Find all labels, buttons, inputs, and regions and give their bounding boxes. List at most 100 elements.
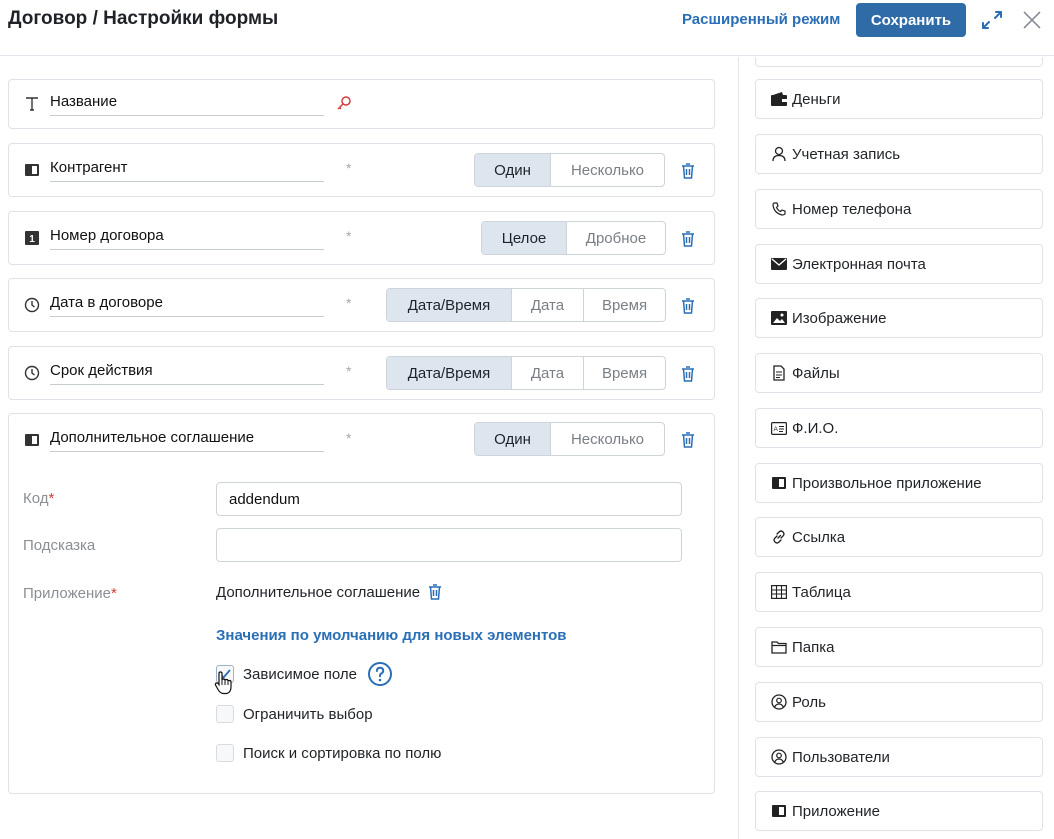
field-type-item[interactable]: Пользователи (755, 737, 1043, 777)
field-type-label: Деньги (792, 90, 841, 108)
option-multiple[interactable]: Несколько (550, 423, 664, 455)
field-type-label: Ссылка (792, 528, 846, 546)
file-icon (770, 364, 788, 382)
svg-text:1: 1 (29, 234, 35, 245)
field-type-item[interactable]: Файлы (755, 353, 1043, 393)
option-multiple[interactable]: Несколько (550, 154, 664, 186)
field-type-label: Номер телефона (792, 200, 912, 218)
hint-input[interactable] (216, 528, 682, 562)
field-type-item[interactable]: A Ф.И.О. (755, 408, 1043, 448)
field-type-item[interactable]: Роль (755, 682, 1043, 722)
phone-icon (770, 200, 788, 218)
multiplicity-toggle: Один Несколько (474, 422, 665, 456)
app-icon (23, 161, 41, 179)
field-type-label: Таблица (792, 583, 851, 601)
field-row[interactable]: Название (8, 79, 715, 129)
option-datetime[interactable]: Дата/Время (387, 289, 511, 321)
checkbox-label: Зависимое поле (243, 665, 358, 683)
checkbox[interactable] (216, 744, 234, 762)
date-type-toggle: Дата/Время Дата Время (386, 356, 666, 390)
field-type-partial[interactable] (755, 57, 1043, 67)
field-type-label: Произвольное приложение (792, 474, 982, 492)
trash-icon[interactable] (679, 230, 697, 248)
code-input[interactable] (216, 482, 682, 516)
field-type-item[interactable]: Ссылка (755, 517, 1043, 557)
app-value: Дополнительное соглашение (216, 583, 421, 601)
field-name[interactable]: Дата в договоре (50, 291, 324, 317)
field-row[interactable]: Дата в договоре * Дата/Время Дата Время (8, 278, 715, 332)
required-star: * (346, 228, 352, 244)
clock-icon (23, 364, 41, 382)
option-decimal[interactable]: Дробное (566, 222, 665, 254)
trash-icon[interactable] (426, 583, 444, 601)
option-date[interactable]: Дата (511, 357, 583, 389)
number-icon: 1 (23, 229, 41, 247)
option-time[interactable]: Время (583, 289, 665, 321)
help-icon[interactable] (367, 661, 393, 687)
field-name[interactable]: Контрагент (50, 156, 324, 182)
option-integer[interactable]: Целое (482, 222, 566, 254)
field-type-label: Пользователи (792, 748, 890, 766)
field-row[interactable]: 1 Номер договора * Целое Дробное (8, 211, 715, 265)
field-type-item[interactable]: Папка (755, 627, 1043, 667)
field-name[interactable]: Номер договора (50, 224, 324, 250)
field-name[interactable]: Срок действия (50, 359, 324, 385)
dependent-field-checkbox[interactable]: Зависимое поле (216, 661, 393, 687)
field-row-expanded[interactable]: Дополнительное соглашение * Один Несколь… (8, 413, 715, 794)
link-icon (770, 528, 788, 546)
id-card-icon: A (770, 419, 788, 437)
field-type-label: Учетная запись (792, 145, 901, 163)
table-icon (770, 583, 788, 601)
field-name[interactable]: Дополнительное соглашение (50, 426, 324, 452)
field-name[interactable]: Название (50, 90, 324, 116)
field-type-item[interactable]: Деньги (755, 79, 1043, 119)
option-single[interactable]: Один (475, 154, 550, 186)
field-type-item[interactable]: Электронная почта (755, 244, 1043, 284)
required-star: * (346, 295, 352, 311)
field-type-label: Файлы (792, 364, 840, 382)
field-type-label: Роль (792, 693, 826, 711)
role-icon (770, 693, 788, 711)
required-star: * (346, 363, 352, 379)
search-sort-checkbox[interactable]: Поиск и сортировка по полю (216, 743, 441, 763)
option-time[interactable]: Время (583, 357, 665, 389)
user-icon (770, 145, 788, 163)
field-type-item[interactable]: Номер телефона (755, 189, 1043, 229)
trash-icon[interactable] (679, 365, 697, 383)
option-single[interactable]: Один (475, 423, 550, 455)
limit-choice-checkbox[interactable]: Ограничить выбор (216, 704, 373, 724)
close-icon[interactable] (1020, 8, 1044, 32)
multiplicity-toggle: Один Несколько (474, 153, 665, 187)
field-row[interactable]: Контрагент * Один Несколько (8, 143, 715, 197)
checkbox[interactable] (216, 705, 234, 723)
field-type-item[interactable]: Учетная запись (755, 134, 1043, 174)
field-type-item[interactable]: Приложение (755, 791, 1043, 831)
trash-icon[interactable] (679, 431, 697, 449)
code-label: Код* (23, 490, 55, 507)
hand-cursor-icon (213, 670, 235, 700)
field-type-item[interactable]: Произвольное приложение (755, 463, 1043, 503)
date-type-toggle: Дата/Время Дата Время (386, 288, 666, 322)
expand-icon[interactable] (980, 8, 1004, 32)
trash-icon[interactable] (679, 297, 697, 315)
field-type-item[interactable]: Таблица (755, 572, 1043, 612)
advanced-mode-link[interactable]: Расширенный режим (682, 11, 840, 28)
hint-label: Подсказка (23, 537, 96, 554)
field-type-item[interactable]: Изображение (755, 298, 1043, 338)
mail-icon (770, 255, 788, 273)
trash-icon[interactable] (679, 162, 697, 180)
clock-icon (23, 296, 41, 314)
checkbox-label: Поиск и сортировка по полю (243, 744, 442, 762)
app-icon (770, 474, 788, 492)
field-row[interactable]: Срок действия * Дата/Время Дата Время (8, 346, 715, 400)
defaults-link[interactable]: Значения по умолчанию для новых элементо… (216, 627, 567, 644)
text-icon (23, 95, 41, 113)
wallet-icon (770, 90, 788, 108)
field-type-label: Ф.И.О. (792, 419, 839, 437)
fields-panel: Название Контрагент * Один Несколько 1 Н… (0, 57, 737, 839)
field-type-label: Электронная почта (792, 255, 926, 273)
save-button[interactable]: Сохранить (856, 3, 966, 37)
app-icon (23, 431, 41, 449)
option-date[interactable]: Дата (511, 289, 583, 321)
option-datetime[interactable]: Дата/Время (387, 357, 511, 389)
